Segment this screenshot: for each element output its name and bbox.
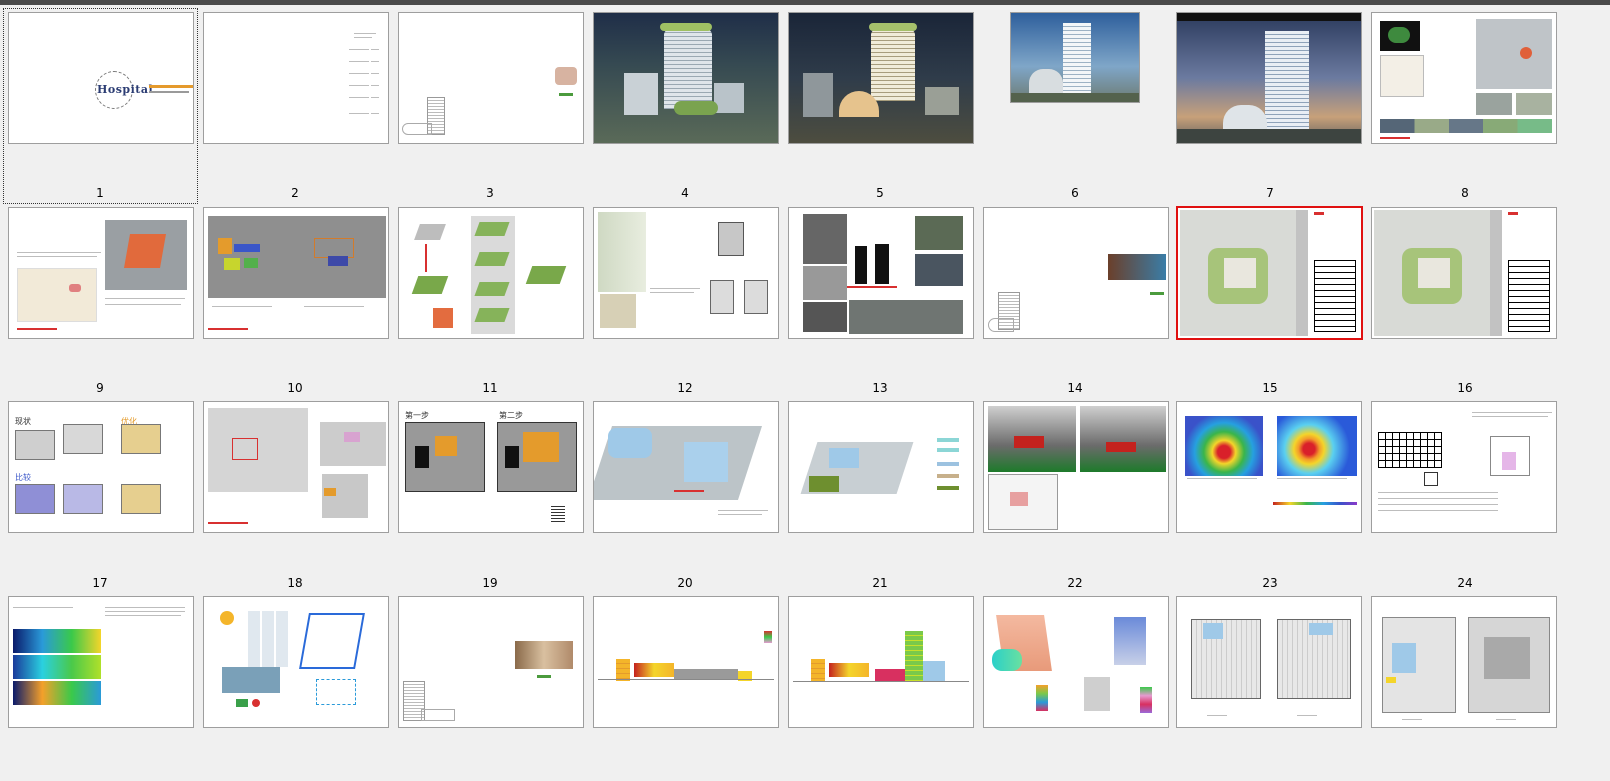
label-step-one: 第一步 — [405, 411, 429, 420]
slide-thumbnail-16[interactable] — [1371, 207, 1557, 339]
slide-thumbnail-28[interactable] — [593, 596, 779, 728]
slide-number: 1 — [96, 186, 104, 200]
slide-number: 16 — [1457, 381, 1473, 395]
slide-thumbnail-8[interactable] — [1371, 12, 1557, 144]
label-current: 现状 — [15, 417, 31, 426]
slide-thumbnail-2[interactable] — [203, 12, 389, 144]
slide-number: 21 — [872, 576, 888, 590]
slide-thumbnail-13[interactable] — [788, 207, 974, 339]
slide-number: 3 — [486, 186, 494, 200]
slide-number: 15 — [1262, 381, 1278, 395]
slide-thumbnail-19[interactable]: 第一步 第二步 — [398, 401, 584, 533]
slide-number: 19 — [482, 576, 498, 590]
slide-thumbnail-12[interactable] — [593, 207, 779, 339]
slide-thumbnail-4[interactable] — [593, 12, 779, 144]
slide-thumbnail-29[interactable] — [788, 596, 974, 728]
label-compare: 比较 — [15, 473, 31, 482]
slide-thumbnail-3[interactable] — [398, 12, 584, 144]
label-step-two: 第二步 — [499, 411, 523, 420]
slide-thumbnail-21[interactable] — [788, 401, 974, 533]
slide-thumbnail-1[interactable]: Hospital — [8, 12, 194, 144]
window-top-bar — [0, 0, 1610, 5]
slide-thumbnail-11[interactable] — [398, 207, 584, 339]
slide-number: 9 — [96, 381, 104, 395]
slide-thumbnail-22[interactable] — [983, 401, 1169, 533]
slide-number: 11 — [482, 381, 498, 395]
slide-thumbnail-17[interactable]: 现状 优化 比较 — [8, 401, 194, 533]
slide-number: 20 — [677, 576, 693, 590]
slide-number: 24 — [1457, 576, 1473, 590]
slide-thumbnail-30[interactable] — [983, 596, 1169, 728]
slide-number: 13 — [872, 381, 888, 395]
slide-number: 17 — [92, 576, 108, 590]
slide-number: 18 — [287, 576, 303, 590]
slide-number: 23 — [1262, 576, 1278, 590]
slide-thumbnail-9[interactable] — [8, 207, 194, 339]
slide-thumbnail-25[interactable] — [8, 596, 194, 728]
slide-number: 5 — [876, 186, 884, 200]
hospital-logo-text: Hospital — [97, 83, 154, 96]
slide-number: 4 — [681, 186, 689, 200]
slide-thumbnail-26[interactable] — [203, 596, 389, 728]
slide-thumbnail-20[interactable] — [593, 401, 779, 533]
slide-number: 7 — [1266, 186, 1274, 200]
slide-thumbnail-5[interactable] — [788, 12, 974, 144]
slide-thumbnail-18[interactable] — [203, 401, 389, 533]
slide-thumbnail-27[interactable] — [398, 596, 584, 728]
slide-thumbnail-14[interactable] — [983, 207, 1169, 339]
slide-number: 6 — [1071, 186, 1079, 200]
slide-thumbnail-23[interactable] — [1176, 401, 1362, 533]
slide-number: 8 — [1461, 186, 1469, 200]
slide-number: 10 — [287, 381, 303, 395]
slide-thumbnail-32[interactable] — [1371, 596, 1557, 728]
slide-number: 12 — [677, 381, 693, 395]
slide-thumbnail-31[interactable] — [1176, 596, 1362, 728]
slide-thumbnail-6[interactable] — [1010, 12, 1140, 103]
slide-thumbnail-10[interactable] — [203, 207, 389, 339]
slide-number: 14 — [1067, 381, 1083, 395]
slide-thumbnail-15[interactable] — [1176, 206, 1363, 340]
slide-thumbnail-24[interactable] — [1371, 401, 1557, 533]
slide-number: 2 — [291, 186, 299, 200]
slide-thumbnail-7[interactable] — [1176, 12, 1362, 144]
slide-number: 22 — [1067, 576, 1083, 590]
